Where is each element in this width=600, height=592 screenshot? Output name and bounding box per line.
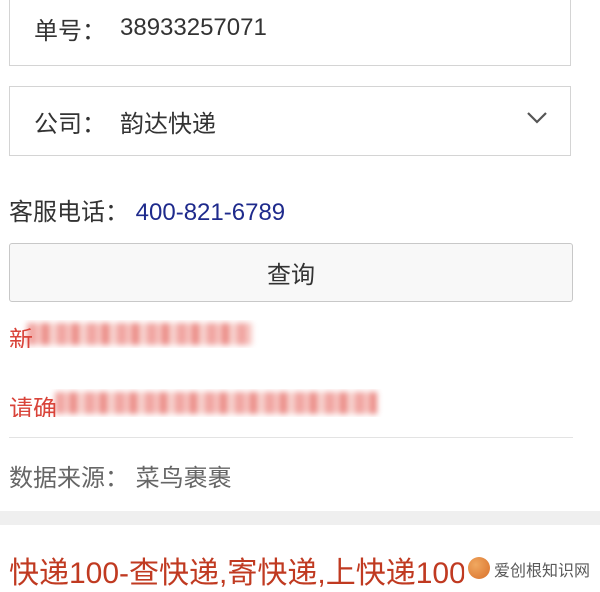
result-message-1: 新 [9, 320, 259, 348]
chevron-down-icon[interactable] [526, 106, 548, 128]
tracking-number-value[interactable]: 38933257071 [120, 14, 267, 42]
site-banner-title[interactable]: 快递100-查快递,寄快递,上快递100 [9, 548, 466, 592]
section-separator [0, 511, 600, 525]
customer-service-phone[interactable]: 400-821-6789 [136, 199, 285, 226]
company-value[interactable]: 韵达快递 [120, 104, 216, 139]
company-select[interactable]: 公司： 韵达快递 [9, 86, 571, 156]
tracking-number-field[interactable]: 单号： 38933257071 [9, 0, 571, 66]
customer-service-label: 客服电话： [9, 199, 129, 226]
result-message-1-text: 新 [9, 327, 33, 348]
tracking-number-label: 单号： [34, 17, 106, 45]
watermark: 爱创根知识网 [463, 555, 594, 583]
divider [9, 437, 573, 438]
data-source-row: 数据来源： 菜鸟裹裹 [9, 458, 232, 493]
watermark-text: 爱创根知识网 [493, 563, 590, 580]
data-source-label: 数据来源： [9, 465, 129, 492]
company-label: 公司： [34, 110, 106, 138]
redacted-blur [55, 392, 377, 414]
customer-service-row: 客服电话： 400-821-6789 [9, 192, 285, 227]
watermark-logo-icon [467, 557, 490, 579]
result-message-2-text: 请确 [9, 396, 57, 417]
query-button[interactable]: 查询 [9, 243, 573, 302]
result-message-2: 请确 [9, 389, 389, 417]
data-source-value: 菜鸟裹裹 [135, 465, 232, 492]
redacted-blur [27, 323, 252, 345]
